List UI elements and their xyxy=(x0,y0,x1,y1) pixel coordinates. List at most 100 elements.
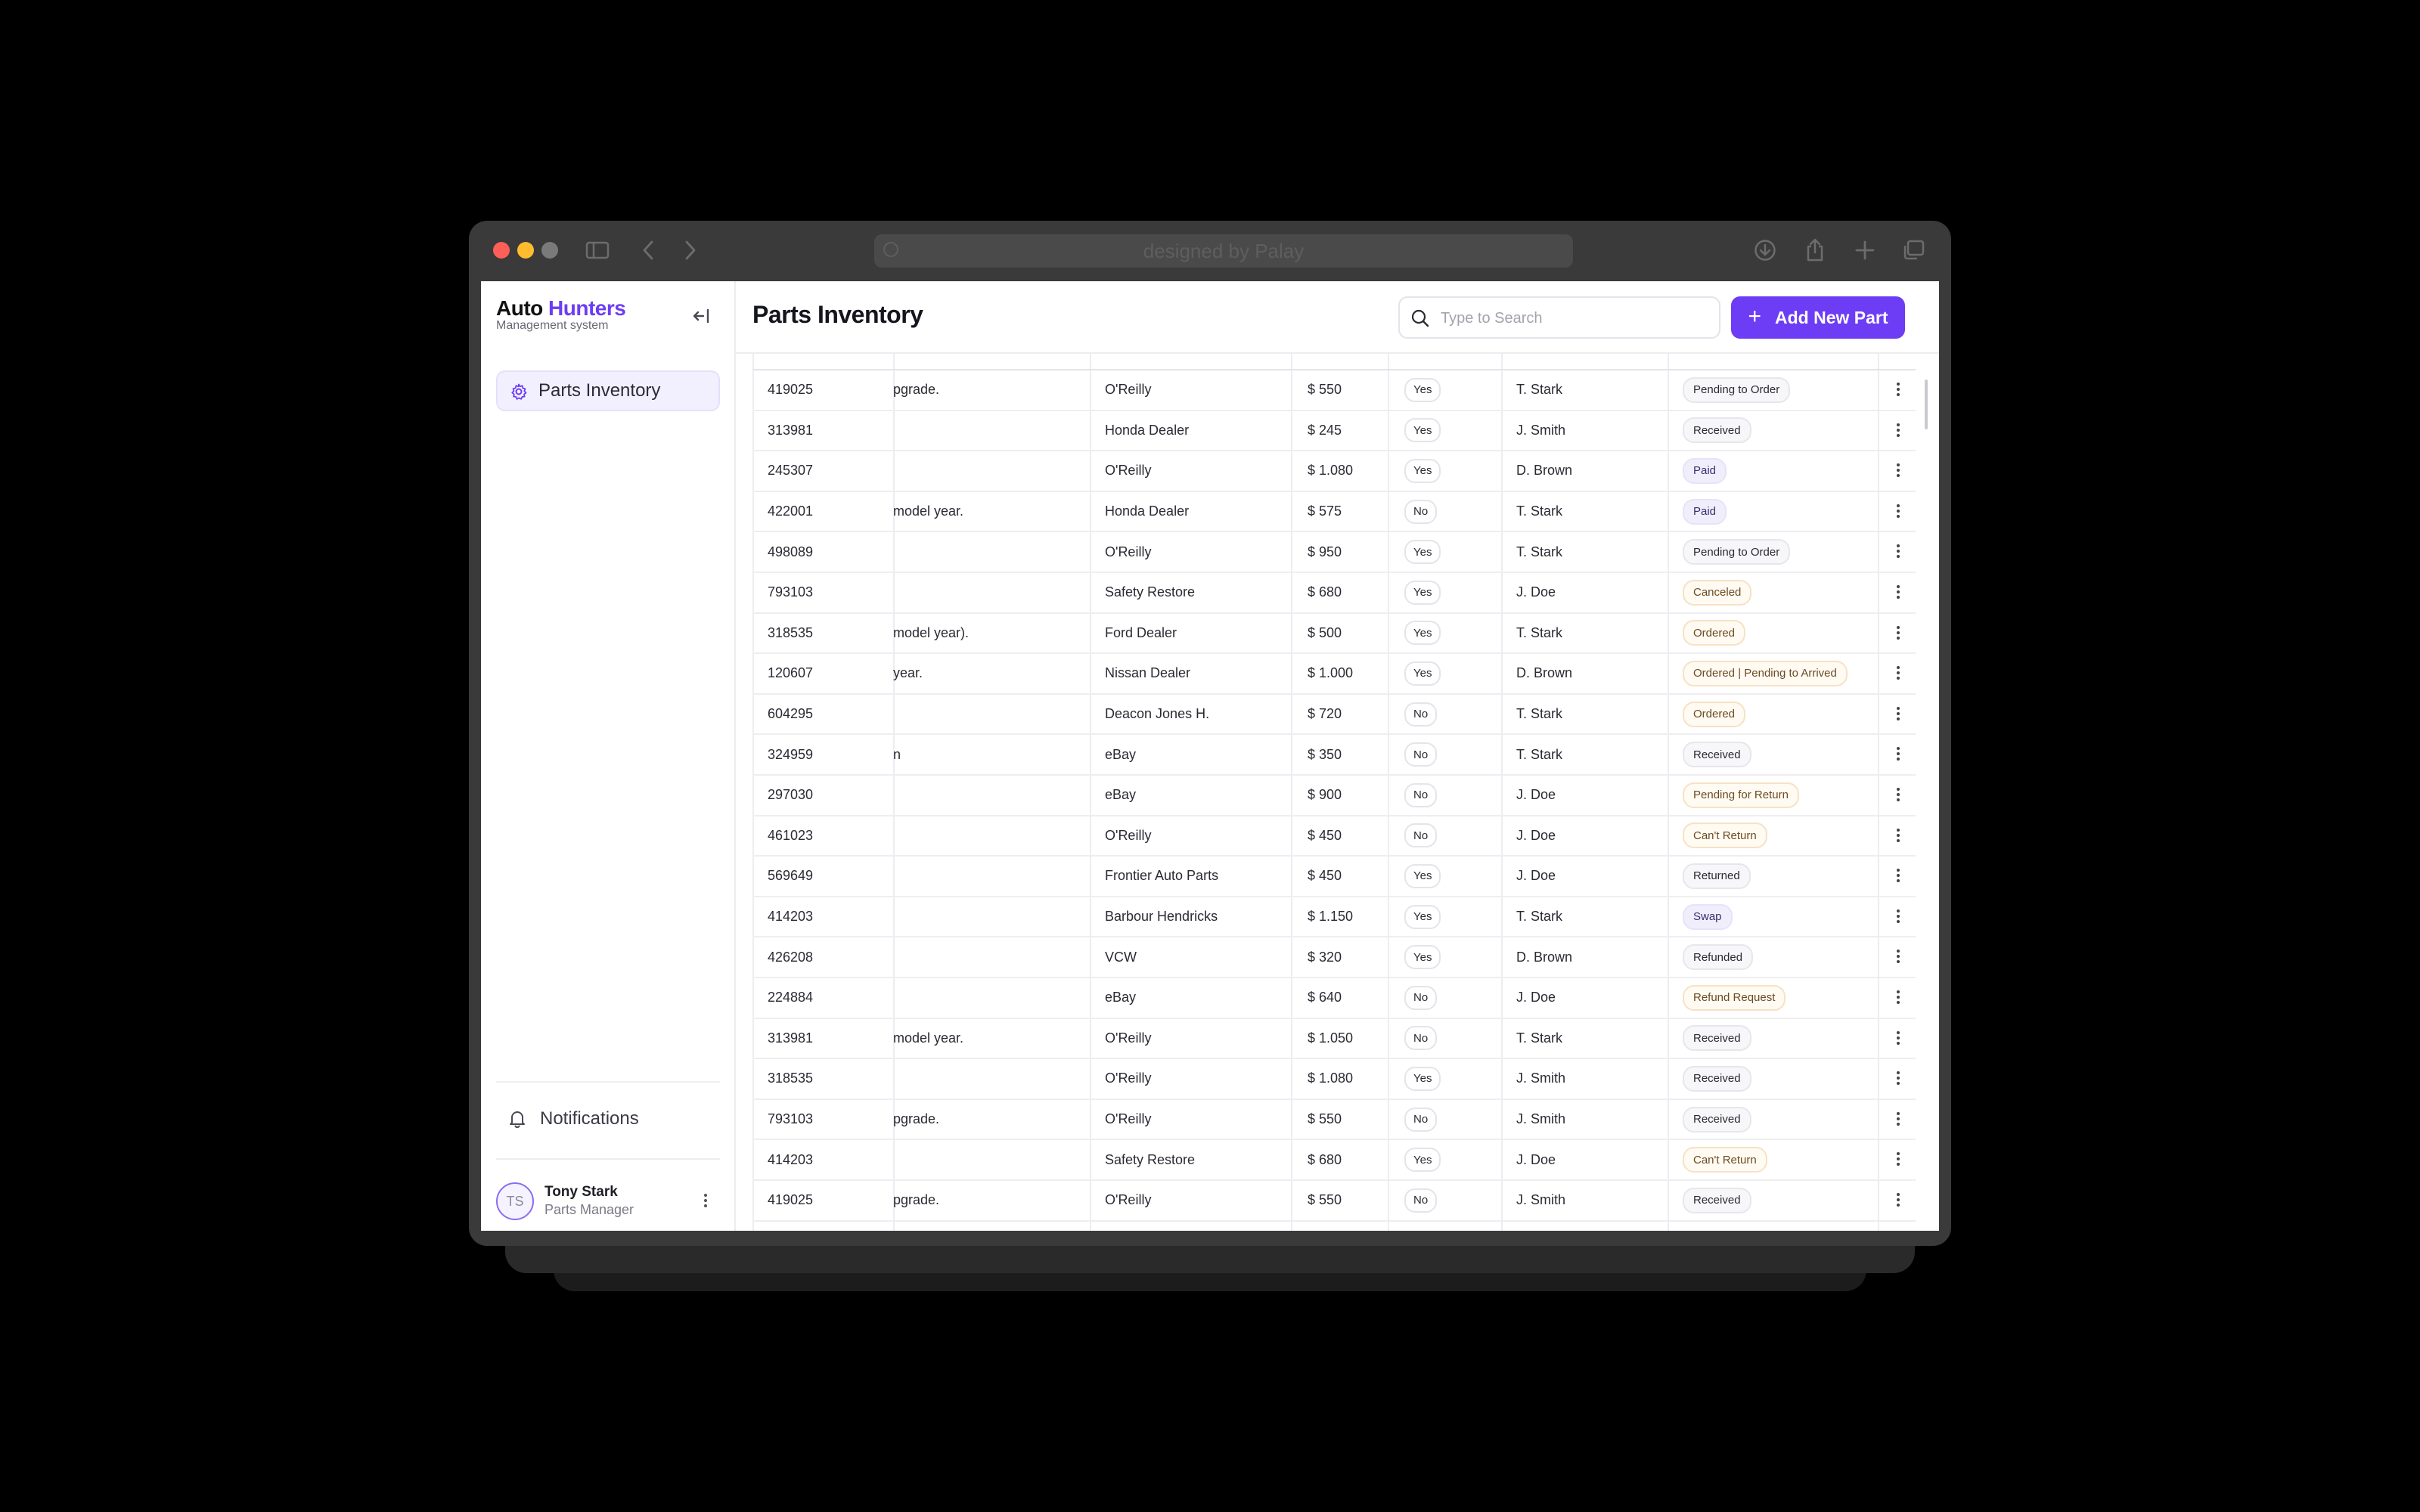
row-menu-icon[interactable] xyxy=(1896,624,1900,643)
table-row[interactable]: 419025 pgrade. O'Reilly $ 550 Yes T. Stark Pen… xyxy=(752,370,1916,411)
sidebar-item-parts-inventory[interactable]: Parts Inventory xyxy=(496,370,720,411)
row-menu-icon[interactable] xyxy=(1896,421,1900,441)
table-row[interactable]: 793103 pgrade. O'Reilly $ 550 No J. Smith Rece… xyxy=(752,1100,1916,1141)
table-row[interactable]: 461023 O'Reilly $ 450 No J. Doe Can't Return xyxy=(752,816,1916,857)
cell-inventory-id: 224884 xyxy=(768,990,814,1005)
cell-price: $ 1.080 xyxy=(1308,463,1354,479)
table-row[interactable]: 414203 Safety Restore $ 680 Yes J. Doe Can't … xyxy=(752,1140,1916,1181)
row-menu-icon[interactable] xyxy=(1896,1110,1900,1129)
notifications-link[interactable]: Notifications xyxy=(508,1104,639,1134)
address-bar[interactable]: designed by Palay xyxy=(874,234,1573,268)
table-row[interactable]: 604295 Deacon Jones H. $ 720 No T. Stark Orde… xyxy=(752,695,1916,736)
cell-invoice: No xyxy=(1404,978,1438,1018)
status-badge: Received xyxy=(1683,742,1751,768)
cell-description: model year. xyxy=(893,1030,964,1046)
cell-manager: J. Doe xyxy=(1516,868,1556,884)
row-menu-icon[interactable] xyxy=(1896,1029,1900,1049)
table-row[interactable]: 318535 model year). Ford Dealer $ 500 Yes T. … xyxy=(752,614,1916,655)
cell-description: n xyxy=(893,746,901,762)
row-menu-icon[interactable] xyxy=(1896,826,1900,846)
row-menu-icon[interactable] xyxy=(1896,947,1900,967)
table-row[interactable]: 419025 pgrade. O'Reilly $ 550 No J. Smith Rece… xyxy=(752,1181,1916,1222)
cell-manager: T. Stark xyxy=(1516,624,1563,640)
row-menu-icon[interactable] xyxy=(1896,705,1900,724)
cell-invoice: Yes xyxy=(1404,937,1441,977)
row-menu-icon[interactable] xyxy=(1896,866,1900,886)
cell-invoice: No xyxy=(1404,1181,1438,1220)
table-row[interactable]: 414203 Barbour Hendricks $ 1.150 Yes T. Star… xyxy=(752,897,1916,938)
row-menu-icon[interactable] xyxy=(1896,1069,1900,1089)
table-row[interactable]: 224884 eBay $ 640 No J. Doe Refund Request xyxy=(752,978,1916,1019)
status-badge: Received xyxy=(1683,1187,1751,1213)
cell-inventory-id: 419025 xyxy=(768,382,814,398)
cell-supplier: Safety Restore xyxy=(1105,584,1196,600)
avatar: TS xyxy=(496,1182,534,1220)
vertical-scrollbar[interactable] xyxy=(1925,380,1928,429)
row-menu-icon[interactable] xyxy=(1896,907,1900,927)
app-logo: Auto Hunters Management system xyxy=(496,296,626,333)
table-row[interactable]: 120607 year. Nissan Dealer $ 1.000 Yes D. Bro… xyxy=(752,654,1916,695)
table-row[interactable]: 313981 Honda Dealer $ 245 Yes J. Smith Receiv… xyxy=(752,411,1916,452)
minimize-window-button[interactable] xyxy=(517,242,534,259)
table-header-row xyxy=(752,354,1916,370)
cell-inventory-id: 318535 xyxy=(768,1070,814,1086)
cell-status: Can't Return xyxy=(1683,816,1767,856)
row-menu-icon[interactable] xyxy=(1896,785,1900,805)
brand-name-part2: Hunters xyxy=(548,296,626,320)
cell-inventory-id: 793103 xyxy=(768,1111,814,1127)
cell-inventory-id: 414203 xyxy=(768,909,814,925)
table-row[interactable]: 313981 model year. O'Reilly $ 1.050 No T. Sta… xyxy=(752,1019,1916,1060)
cell-manager: T. Stark xyxy=(1516,706,1563,722)
row-menu-icon[interactable] xyxy=(1896,583,1900,603)
table-row[interactable]: 318535 O'Reilly $ 1.080 Yes J. Smith Received xyxy=(752,1059,1916,1100)
cell-manager: T. Stark xyxy=(1516,503,1563,519)
cell-supplier: Ford Dealer xyxy=(1105,624,1177,640)
cell-price: $ 350 xyxy=(1308,746,1342,762)
back-icon[interactable] xyxy=(637,236,659,265)
zoom-window-button[interactable] xyxy=(541,242,558,259)
add-new-part-button[interactable]: + Add New Part xyxy=(1731,296,1905,339)
row-menu-icon[interactable] xyxy=(1896,502,1900,522)
table-row[interactable]: 569649 Frontier Auto Parts $ 450 Yes J. Doe R… xyxy=(752,857,1916,897)
cell-invoice: No xyxy=(1404,492,1438,531)
table-row[interactable]: 426208 VCW $ 320 Yes D. Brown Refunded xyxy=(752,937,1916,978)
invoice-badge: Yes xyxy=(1404,904,1441,929)
collapse-sidebar-icon[interactable] xyxy=(691,305,712,327)
forward-icon[interactable] xyxy=(679,236,702,265)
table-row[interactable]: 498089 O'Reilly $ 950 Yes T. Stark Pending to… xyxy=(752,532,1916,573)
row-menu-icon[interactable] xyxy=(1896,988,1900,1008)
sidebar-toggle-icon[interactable] xyxy=(584,236,611,265)
row-menu-icon[interactable] xyxy=(1896,461,1900,481)
row-menu-icon[interactable] xyxy=(1896,1191,1900,1210)
invoice-badge: No xyxy=(1404,742,1438,767)
brand-subtitle: Management system xyxy=(496,319,609,332)
browser-window: designed by Palay Auto Hunters Managemen… xyxy=(469,221,1951,1246)
download-icon[interactable] xyxy=(1751,236,1779,265)
cell-invoice: Yes xyxy=(1404,532,1441,572)
share-icon[interactable] xyxy=(1801,236,1829,265)
cell-supplier: O'Reilly xyxy=(1105,1070,1152,1086)
row-menu-icon[interactable] xyxy=(1896,745,1900,764)
row-menu-icon[interactable] xyxy=(1896,542,1900,562)
user-profile[interactable]: TS Tony Stark Parts Manager xyxy=(496,1179,720,1225)
table-row[interactable]: 422001 model year. Honda Dealer $ 575 No T. S… xyxy=(752,492,1916,533)
cell-manager: J. Doe xyxy=(1516,827,1556,843)
search-box[interactable] xyxy=(1398,296,1720,339)
cell-status: Ordered xyxy=(1683,614,1746,653)
row-menu-icon[interactable] xyxy=(1896,1150,1900,1170)
new-tab-icon[interactable] xyxy=(1851,236,1879,265)
cell-price: $ 1.050 xyxy=(1308,1030,1354,1046)
tab-overview-icon[interactable] xyxy=(1900,236,1927,265)
table-row[interactable]: 297030 eBay $ 900 No J. Doe Pending for Retur… xyxy=(752,776,1916,816)
table-row[interactable]: 245307 O'Reilly $ 1.080 Yes D. Brown Paid xyxy=(752,451,1916,492)
row-menu-icon[interactable] xyxy=(1896,664,1900,683)
cell-supplier: Nissan Dealer xyxy=(1105,665,1191,681)
cell-status: Canceled xyxy=(1683,573,1752,612)
close-window-button[interactable] xyxy=(493,242,510,259)
search-input[interactable] xyxy=(1439,305,1699,331)
table-row[interactable]: 324959 n eBay $ 350 No T. Stark Received xyxy=(752,735,1916,776)
row-menu-icon[interactable] xyxy=(1896,380,1900,400)
user-menu-icon[interactable] xyxy=(702,1190,709,1211)
table-row[interactable]: 793103 Safety Restore $ 680 Yes J. Doe Cancel… xyxy=(752,573,1916,614)
app-root: Auto Hunters Management system Parts Inv… xyxy=(481,281,1939,1231)
